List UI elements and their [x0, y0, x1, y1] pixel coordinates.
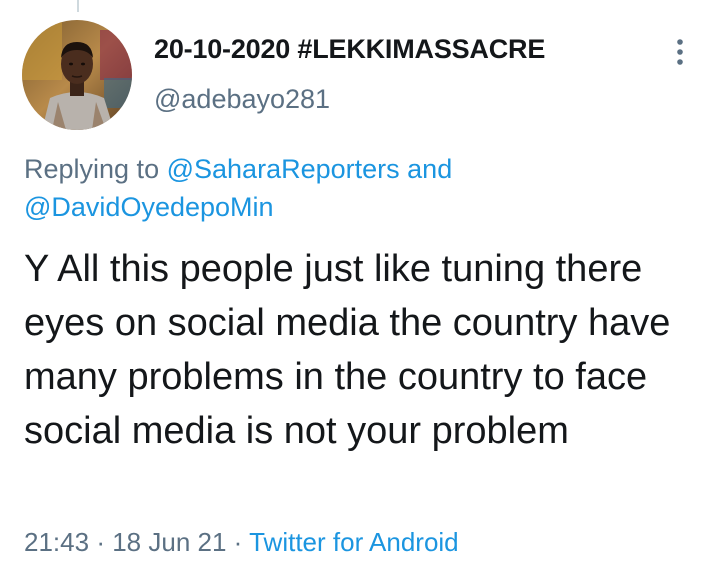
reply-prefix: Replying to: [24, 154, 160, 184]
avatar-photo-icon: [22, 20, 132, 130]
reply-conjunction[interactable]: and: [407, 154, 452, 184]
mention-link-davidoyedepomin[interactable]: @DavidOyedepoMin: [24, 192, 274, 222]
thread-connector-line: [77, 0, 79, 12]
author-display-name[interactable]: 20-10-2020 #LEKKIMASSACRE: [154, 34, 545, 65]
author-handle[interactable]: @adebayo281: [154, 84, 330, 115]
meta-separator: ·: [233, 527, 243, 557]
meta-separator: ·: [96, 527, 105, 557]
tweet-source-link[interactable]: Twitter for Android: [249, 527, 459, 557]
reply-context: Replying to @SaharaReporters and @DavidO…: [24, 150, 684, 226]
tweet-text: Y All this people just like tuning there…: [24, 248, 671, 452]
tweet-date[interactable]: 18 Jun 21: [112, 527, 226, 557]
mention-link-saharareporters[interactable]: @SaharaReporters: [167, 154, 400, 184]
tweet-time[interactable]: 21:43: [24, 527, 89, 557]
vertical-ellipsis-icon[interactable]: [668, 36, 692, 68]
tweet-metadata: 21:43 · 18 Jun 21 · Twitter for Android: [24, 527, 459, 558]
avatar[interactable]: [22, 20, 132, 130]
